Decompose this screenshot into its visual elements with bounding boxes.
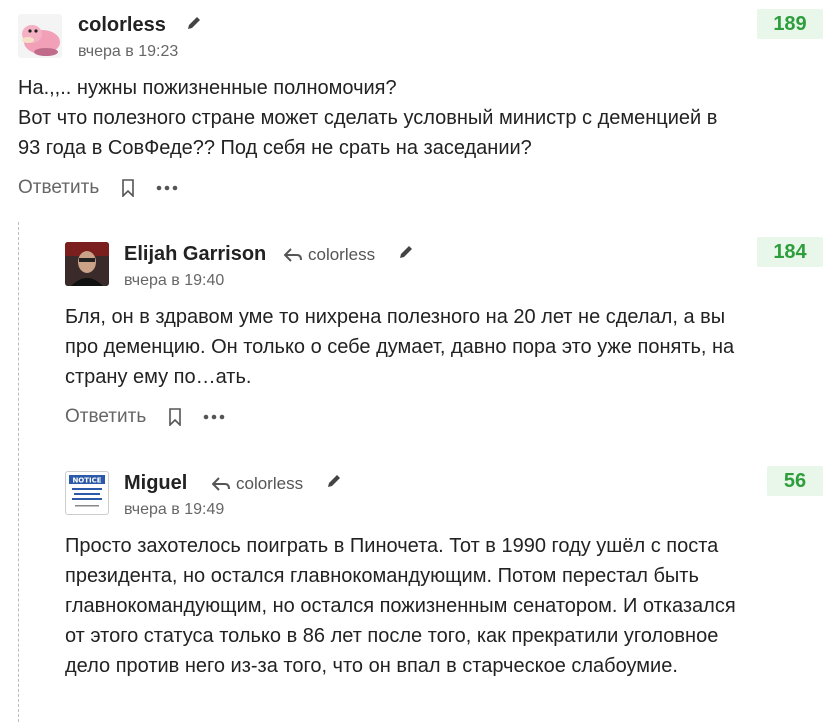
score-badge: 56 xyxy=(767,466,823,496)
user-photo-icon xyxy=(65,242,109,286)
reply-button[interactable]: Ответить xyxy=(65,406,146,428)
pencil-icon[interactable] xyxy=(326,473,342,489)
more-options-icon[interactable] xyxy=(155,184,179,192)
author-name[interactable]: colorless xyxy=(78,14,166,37)
reply-arrow-icon xyxy=(284,248,302,262)
score-badge: 184 xyxy=(757,237,823,267)
avatar[interactable] xyxy=(65,242,109,286)
notice-sign-title: NOTICE xyxy=(72,477,101,485)
comment-text: Бля, он в здравом уме то нихрена полезно… xyxy=(65,306,735,388)
author-name[interactable]: Elijah Garrison xyxy=(124,243,266,266)
thread-line xyxy=(18,222,19,722)
slowpoke-avatar-icon xyxy=(22,25,60,56)
reply-to-name: colorless xyxy=(308,245,376,264)
comment-actions: Ответить xyxy=(65,405,226,429)
timestamp[interactable]: вчера в 19:49 xyxy=(124,501,224,519)
score-badge: 189 xyxy=(757,9,823,39)
avatar[interactable] xyxy=(18,14,62,58)
comment-text: Просто захотелось поиграть в Пиночета. Т… xyxy=(65,535,736,677)
notice-sign-icon: NOTICE xyxy=(67,473,107,513)
bookmark-icon[interactable] xyxy=(121,179,135,197)
avatar[interactable]: NOTICE xyxy=(65,471,109,515)
timestamp[interactable]: вчера в 19:23 xyxy=(78,43,178,61)
comment-text: На.,,.. нужны пожизненные полномочия? Во… xyxy=(18,77,718,159)
bookmark-icon[interactable] xyxy=(168,408,182,426)
more-options-icon[interactable] xyxy=(202,413,226,421)
reply-to-name: colorless xyxy=(236,474,304,493)
reply-arrow-icon xyxy=(212,477,230,491)
author-name[interactable]: Miguel xyxy=(124,472,187,495)
comment-actions: Ответить xyxy=(18,176,179,200)
reply-button[interactable]: Ответить xyxy=(18,177,99,199)
pencil-icon[interactable] xyxy=(186,15,202,31)
pencil-icon[interactable] xyxy=(398,244,414,260)
timestamp[interactable]: вчера в 19:40 xyxy=(124,272,224,290)
reply-to-link[interactable]: colorless xyxy=(212,474,303,494)
reply-to-link[interactable]: colorless xyxy=(284,245,375,265)
